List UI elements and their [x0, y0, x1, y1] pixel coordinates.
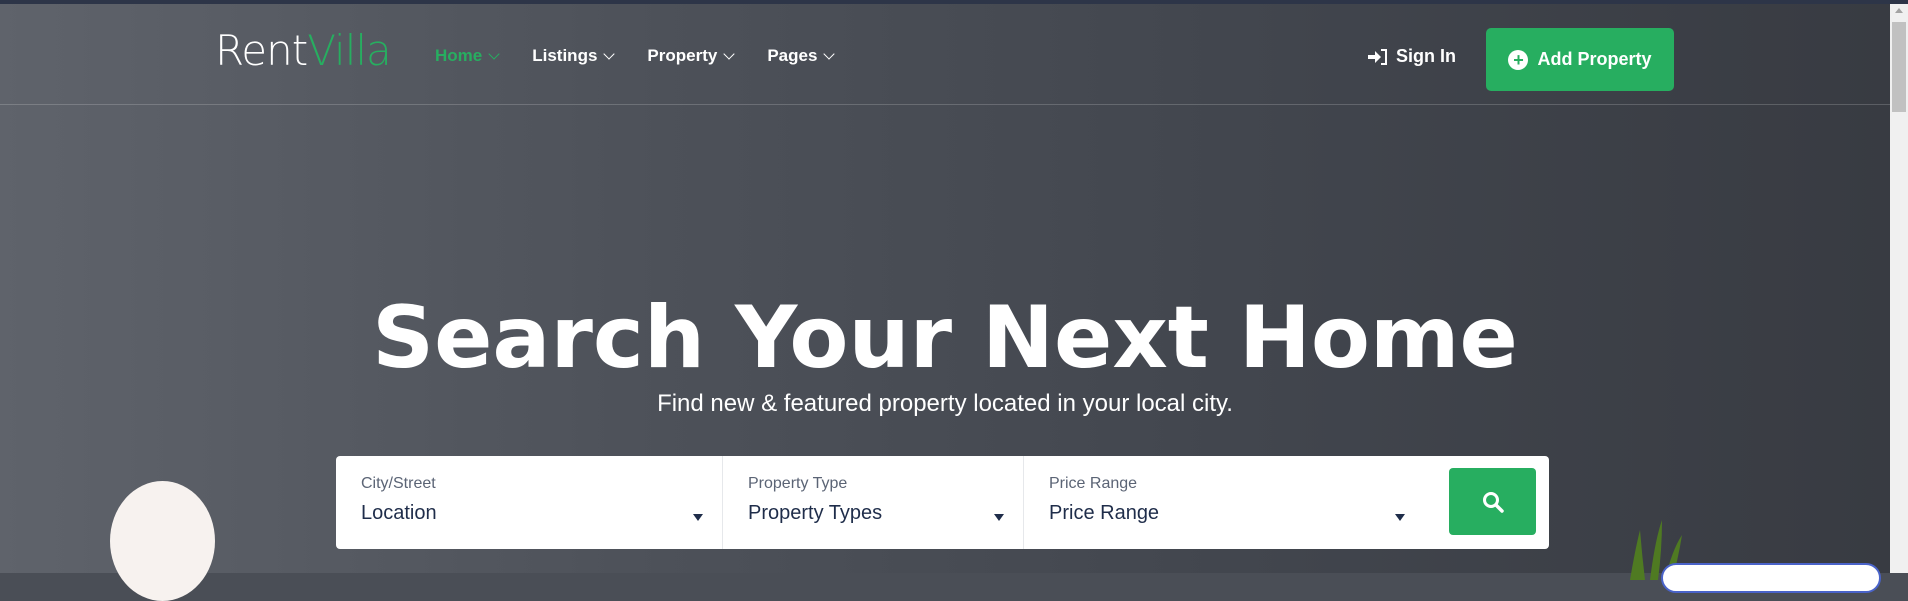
search-icon — [1482, 491, 1504, 513]
add-property-button[interactable]: + Add Property — [1486, 28, 1674, 91]
main-nav: Home Listings Property Pages — [435, 46, 836, 66]
chevron-down-icon — [603, 47, 616, 60]
scrollbar-thumb[interactable] — [1892, 22, 1906, 112]
caret-down-icon — [693, 514, 703, 521]
field-label: Price Range — [1049, 475, 1138, 492]
chevron-down-icon — [823, 47, 836, 60]
nav-label: Listings — [532, 46, 598, 65]
field-value: Price Range — [1049, 502, 1160, 524]
hero-title: Search Your Next Home — [372, 288, 1518, 388]
caret-down-icon — [1395, 514, 1405, 521]
sign-in-link[interactable]: Sign In — [1368, 46, 1456, 67]
location-select[interactable]: City/Street Location — [336, 456, 723, 549]
nav-label: Property — [647, 46, 718, 65]
field-value: Property Types — [748, 502, 883, 524]
search-form: City/Street Location Property Type Prope… — [336, 456, 1549, 549]
chevron-down-icon — [488, 47, 500, 60]
nav-pages[interactable]: Pages — [767, 46, 836, 66]
nav-listings[interactable]: Listings — [532, 46, 616, 66]
chat-widget[interactable] — [1661, 563, 1881, 593]
nav-home[interactable]: Home — [435, 46, 500, 66]
plus-circle-icon: + — [1508, 49, 1529, 70]
logo-text-villa: Villa — [307, 26, 392, 75]
field-label: City/Street — [361, 475, 436, 492]
lamp-decoration — [110, 481, 215, 601]
sign-in-label: Sign In — [1396, 46, 1456, 66]
nav-property[interactable]: Property — [647, 46, 735, 66]
site-header: RentVilla Home Listings Property Pages S… — [0, 4, 1890, 105]
add-property-label: Add Property — [1537, 49, 1652, 69]
logo-text-rent: Rent — [215, 26, 308, 75]
field-label: Property Type — [748, 475, 848, 492]
search-button[interactable] — [1449, 468, 1536, 535]
scroll-up-arrow-icon[interactable] — [1895, 8, 1903, 13]
caret-down-icon — [994, 514, 1004, 521]
nav-label: Pages — [767, 46, 818, 65]
hero-subtitle: Find new & featured property located in … — [657, 390, 1233, 417]
sign-in-icon — [1368, 48, 1387, 65]
logo[interactable]: RentVilla — [215, 26, 392, 75]
property-type-select[interactable]: Property Type Property Types — [723, 456, 1024, 549]
chevron-down-icon — [723, 47, 735, 60]
field-value: Location — [361, 502, 437, 524]
nav-label: Home — [435, 46, 483, 65]
price-range-select[interactable]: Price Range Price Range — [1024, 456, 1424, 549]
